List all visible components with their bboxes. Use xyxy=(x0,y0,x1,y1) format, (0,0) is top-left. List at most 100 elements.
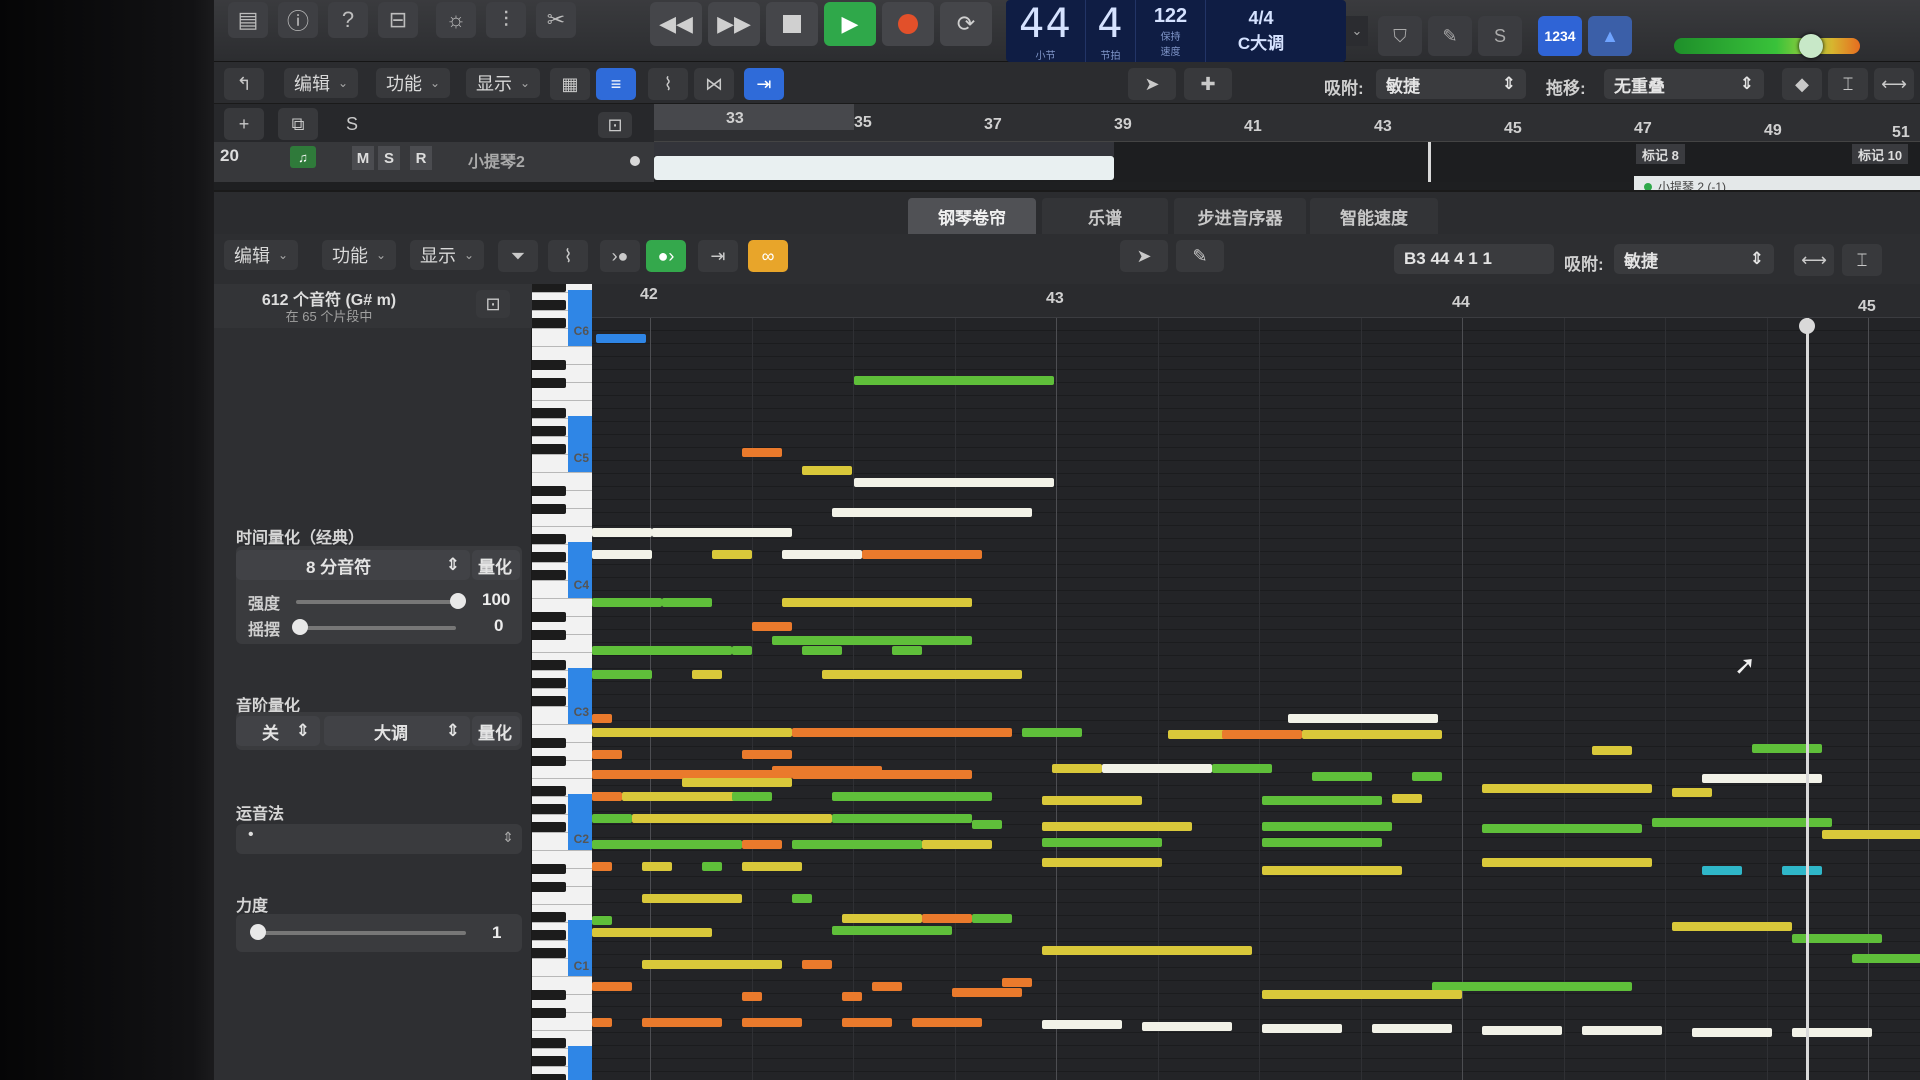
lcd-chevron-icon[interactable]: ⌄ xyxy=(1346,16,1368,46)
black-key[interactable] xyxy=(532,660,566,670)
editors-scissors-icon[interactable]: ✂ xyxy=(536,2,576,38)
midi-note[interactable] xyxy=(1262,822,1392,831)
vertical-zoom-icon[interactable]: ⌶ xyxy=(1828,68,1868,100)
midi-note[interactable] xyxy=(1672,922,1792,931)
editor-playhead-handle[interactable] xyxy=(1799,318,1815,334)
back-arrow-icon[interactable]: ↰ xyxy=(224,68,264,100)
solo-s-icon[interactable]: S xyxy=(1478,16,1522,56)
midi-note[interactable] xyxy=(622,792,742,801)
add-track-button[interactable]: + xyxy=(224,108,264,140)
midi-note[interactable] xyxy=(842,1018,892,1027)
duplicate-track-icon[interactable]: ⧉ xyxy=(278,108,318,140)
black-key[interactable] xyxy=(532,678,566,688)
editor-snap-dropdown[interactable]: 敏捷 ⇕ xyxy=(1614,244,1774,274)
collapse-tool-icon[interactable]: ⏷ xyxy=(498,240,538,272)
black-key[interactable] xyxy=(532,882,566,892)
black-key[interactable] xyxy=(532,786,566,796)
midi-note[interactable] xyxy=(972,820,1002,829)
midi-note[interactable] xyxy=(922,914,972,923)
black-key[interactable] xyxy=(532,1074,566,1080)
mixer-icon[interactable]: ⫶ xyxy=(486,2,526,38)
piano-roll-ruler[interactable]: 42 43 44 45 xyxy=(592,284,1920,318)
midi-note[interactable] xyxy=(1312,772,1372,781)
midi-note[interactable] xyxy=(642,894,742,903)
black-key[interactable] xyxy=(532,318,566,328)
midi-note[interactable] xyxy=(802,960,832,969)
editor-pencil-tool-icon[interactable]: ✎ xyxy=(1176,240,1224,272)
swing-slider-track[interactable] xyxy=(296,626,456,630)
midi-note[interactable] xyxy=(592,982,632,991)
midi-note[interactable] xyxy=(792,840,922,849)
scale-quantize-button[interactable]: 量化 xyxy=(472,716,520,746)
midi-note[interactable] xyxy=(912,1018,982,1027)
help-icon[interactable]: ? xyxy=(328,2,368,38)
tab-piano-roll[interactable]: 钢琴卷帘 xyxy=(908,198,1036,234)
midi-note[interactable] xyxy=(682,778,792,787)
midi-note[interactable] xyxy=(782,598,972,607)
midi-note[interactable] xyxy=(1212,764,1272,773)
velocity-slider-knob[interactable] xyxy=(250,924,266,940)
midi-note[interactable] xyxy=(872,982,902,991)
midi-note[interactable] xyxy=(1392,794,1422,803)
midi-note[interactable] xyxy=(742,448,782,457)
midi-note[interactable] xyxy=(632,814,832,823)
black-key[interactable] xyxy=(532,444,566,454)
midi-note[interactable] xyxy=(832,926,952,935)
track-mute-button[interactable]: M xyxy=(352,146,374,170)
time-quantize-dropdown[interactable]: 8 分音符 ⇕ xyxy=(236,550,470,580)
tracks-view-menu[interactable]: 显示 ⌄ xyxy=(466,68,541,98)
midi-note[interactable] xyxy=(742,992,762,1001)
midi-note[interactable] xyxy=(1432,982,1632,991)
black-key[interactable] xyxy=(532,426,566,436)
midi-note[interactable] xyxy=(1822,830,1920,839)
piano-roll-grid[interactable]: 42 43 44 45 xyxy=(592,284,1920,1080)
catch-icon[interactable]: ⇥ xyxy=(698,240,738,272)
midi-note[interactable] xyxy=(1262,866,1402,875)
midi-note[interactable] xyxy=(832,508,1032,517)
midi-note[interactable] xyxy=(1262,796,1382,805)
editor-zoom-icon[interactable]: ⟷ xyxy=(1794,244,1834,276)
automation-curve-icon[interactable]: ⌇ xyxy=(648,68,688,100)
editor-position-display[interactable]: B3 44 4 1 1 xyxy=(1394,244,1554,274)
midi-note[interactable] xyxy=(752,622,792,631)
midi-note[interactable] xyxy=(1102,764,1212,773)
midi-note[interactable] xyxy=(712,550,752,559)
cycle-button[interactable]: ⟳ xyxy=(940,2,992,46)
midi-note[interactable] xyxy=(802,466,852,475)
swing-slider-knob[interactable] xyxy=(292,619,308,635)
rewind-button[interactable]: ◀◀ xyxy=(650,2,702,46)
midi-note[interactable] xyxy=(1262,838,1382,847)
smart-controls-icon[interactable]: ☼ xyxy=(436,2,476,38)
fast-forward-button[interactable]: ▶▶ xyxy=(708,2,760,46)
piano-keyboard[interactable]: C6 C5 C4 C3 C2 C1 xyxy=(532,284,592,1080)
automation-icon[interactable]: ⌇ xyxy=(548,240,588,272)
midi-note[interactable] xyxy=(1042,946,1252,955)
waveform-zoom-icon[interactable]: ◆ xyxy=(1782,68,1822,100)
track-header[interactable]: 20 ♫ M S R 小提琴2 xyxy=(214,142,654,182)
black-key[interactable] xyxy=(532,864,566,874)
midi-note[interactable] xyxy=(1482,824,1642,833)
midi-note[interactable] xyxy=(592,728,792,737)
midi-note[interactable] xyxy=(1042,822,1192,831)
midi-note[interactable] xyxy=(1042,858,1162,867)
black-key[interactable] xyxy=(532,738,566,748)
midi-note[interactable] xyxy=(792,770,972,779)
velocity-slider-track[interactable] xyxy=(256,931,466,935)
black-key[interactable] xyxy=(532,378,566,388)
link-icon[interactable]: ∞ xyxy=(748,240,788,272)
midi-note[interactable] xyxy=(592,550,652,559)
midi-note[interactable] xyxy=(642,960,782,969)
midi-note[interactable] xyxy=(854,376,1054,385)
midi-note[interactable] xyxy=(952,988,1022,997)
midi-note[interactable] xyxy=(1042,1020,1122,1029)
lcd-display[interactable]: 44 小节 4 节拍 122 保持 速度 4/4 C大调 xyxy=(1006,0,1346,62)
black-key[interactable] xyxy=(532,612,566,622)
quantize-button[interactable]: 量化 xyxy=(472,550,520,580)
library-icon[interactable]: ▤ xyxy=(228,2,268,38)
black-key[interactable] xyxy=(532,990,566,1000)
black-key[interactable] xyxy=(532,284,566,292)
black-key[interactable] xyxy=(532,1056,566,1066)
tab-step-sequencer[interactable]: 步进音序器 xyxy=(1174,198,1306,234)
midi-note[interactable] xyxy=(782,550,862,559)
midi-note[interactable] xyxy=(1042,838,1162,847)
